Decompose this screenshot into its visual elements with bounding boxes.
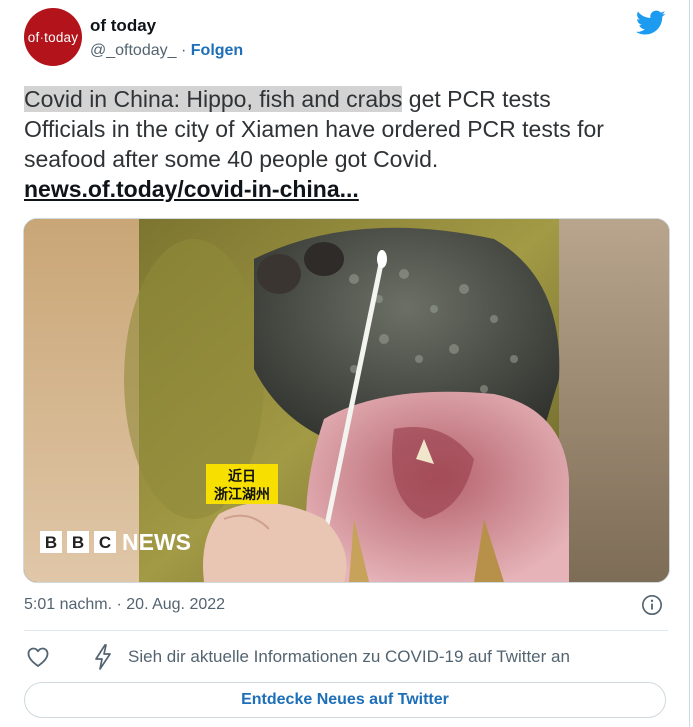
svg-text:B: B bbox=[72, 533, 84, 552]
tweet-text: Covid in China: Hippo, fish and crabs ge… bbox=[24, 84, 664, 204]
video-caption-line1: 近日 bbox=[228, 468, 256, 485]
twitter-bird-icon[interactable] bbox=[636, 10, 666, 36]
svg-text:B: B bbox=[45, 533, 57, 552]
author-handle[interactable]: @_oftoday_ bbox=[90, 42, 177, 59]
avatar-logo-text: of·today bbox=[27, 29, 79, 45]
svg-text:C: C bbox=[99, 533, 111, 552]
tweet-body: Officials in the city of Xiamen have ord… bbox=[24, 116, 604, 172]
article-link[interactable]: news.of.today/covid-in-china... bbox=[24, 176, 359, 202]
tweet-timestamp[interactable]: 5:01 nachm. · 20. Aug. 2022 bbox=[24, 596, 225, 614]
highlighted-headline: Covid in China: Hippo, fish and crabs bbox=[24, 86, 403, 112]
author-meta: @_oftoday_ · Folgen bbox=[90, 42, 243, 60]
svg-text:NEWS: NEWS bbox=[122, 529, 191, 555]
follow-button[interactable]: Folgen bbox=[191, 42, 243, 59]
headline-rest: get PCR tests bbox=[402, 86, 551, 112]
info-icon[interactable] bbox=[641, 594, 663, 616]
lightning-icon bbox=[95, 644, 111, 670]
author-display-name[interactable]: of today bbox=[90, 16, 156, 36]
divider bbox=[24, 630, 668, 631]
hippo-swab-image: 近日 浙江湖州 B B C NEWS bbox=[24, 219, 669, 582]
covid-info-link[interactable]: Sieh dir aktuelle Informationen zu COVID… bbox=[128, 647, 570, 667]
video-caption-line2: 浙江湖州 bbox=[214, 486, 270, 503]
separator: · bbox=[180, 42, 187, 59]
avatar[interactable]: of·today bbox=[24, 8, 82, 66]
explore-twitter-button[interactable]: Entdecke Neues auf Twitter bbox=[24, 682, 666, 718]
tweet-card: of·today of today @_oftoday_ · Folgen Co… bbox=[0, 0, 690, 727]
heart-icon[interactable] bbox=[26, 645, 50, 669]
media-video-still[interactable]: 近日 浙江湖州 B B C NEWS bbox=[23, 218, 670, 583]
